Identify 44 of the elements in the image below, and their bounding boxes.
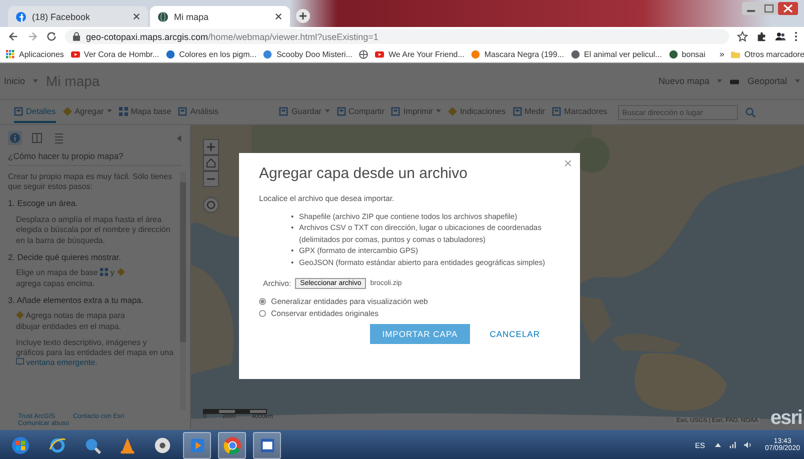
toolbar-button[interactable]: Análisis — [178, 101, 218, 123]
dialog-title: Agregar capa desde un archivo — [259, 165, 468, 182]
step-text: Agrega notas de mapa para — [26, 311, 125, 320]
panel-title: ¿Cómo hacer tu propio mapa? — [8, 151, 182, 166]
account-menu[interactable]: Geoportal — [747, 76, 787, 86]
toolbar-button[interactable]: Guardar — [279, 101, 330, 123]
step-text: Elige un mapa de base — [16, 268, 98, 278]
import-button[interactable]: IMPORTAR CAPA — [370, 324, 470, 344]
toolbar-button[interactable]: Agregar — [62, 101, 112, 123]
address-field[interactable]: geo-cotopaxi.maps.arcgis.com/home/webmap/viewer.html?useExisting=1 — [65, 29, 729, 44]
bookmark[interactable]: Mascara Negra (199... — [471, 50, 564, 58]
step-text: y — [110, 268, 114, 278]
step-text: gráficos para las entidades del mapa — [16, 348, 147, 358]
bookmark[interactable]: Colores en los pigm... — [166, 50, 256, 58]
step-title: 1. Escoge un área. — [8, 198, 79, 210]
bookmark[interactable]: bonsai — [668, 50, 706, 58]
toolbar-button[interactable]: Imprimir — [391, 101, 442, 123]
toolbar-button[interactable]: Indicaciones — [448, 101, 506, 123]
cancel-button[interactable]: CANCELAR — [488, 324, 542, 344]
home-menu[interactable]: Inicio — [4, 76, 26, 86]
toolbar-button[interactable]: Mapa base — [118, 101, 172, 123]
step-text: Desplaza o amplía el mapa hasta el área elegida o búscala por el nombre y dirección en la barra de búsqueda. — [16, 215, 170, 245]
step-text: dibujar entidades en el mapa. — [16, 322, 121, 331]
bookmark[interactable]: Ver Cora de Hombr... — [70, 50, 160, 58]
step-title: 3. Añade elementos extra a tu mapa. — [8, 294, 145, 306]
bookmark[interactable]: El animal ver pelicul... — [570, 50, 662, 58]
step-text: agrega capas encima. — [16, 278, 95, 288]
step-text: Incluye texto descriptivo, imágenes y — [16, 338, 147, 347]
bookmark[interactable]: Aplicaciones — [6, 50, 64, 58]
toolbar-button[interactable]: Medir — [512, 101, 546, 123]
bookmark[interactable]: We Are Your Friend... — [375, 50, 464, 58]
browser-tab[interactable]: (18) Facebook — [8, 6, 148, 27]
more-bookmarks-button[interactable]: » — [719, 49, 724, 59]
logo: esri — [770, 407, 802, 430]
toolbar-button[interactable]: Marcadores — [552, 101, 608, 123]
intro-text: Crear tu propio mapa es muy fácil. Sólo tienes que seguir estos pasos: — [8, 172, 174, 192]
new-map-menu[interactable]: Nuevo mapa — [658, 76, 710, 86]
toolbar-button[interactable]: Compartir — [336, 101, 384, 123]
browser-tab[interactable]: Mi mapa — [150, 6, 290, 27]
bookmark[interactable]: Scooby Doo Misteri... — [263, 50, 352, 58]
bookmark-folder[interactable]: Otros marcadore — [731, 50, 804, 58]
step-title: 2. Decide qué quieres mostrar. — [8, 252, 122, 262]
step-text: en una — [148, 348, 174, 358]
close-button[interactable]: × — [564, 155, 572, 171]
